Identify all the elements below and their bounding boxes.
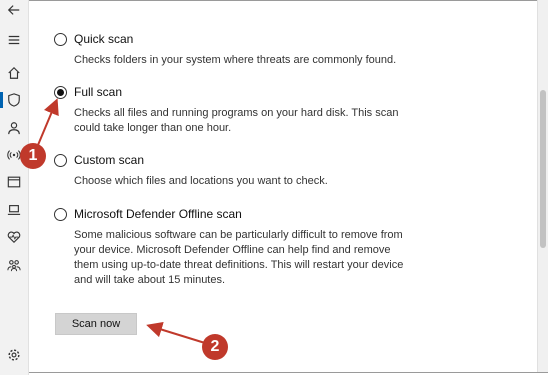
custom-scan-label[interactable]: Custom scan	[74, 153, 144, 167]
gear-icon[interactable]	[6, 347, 22, 363]
browser-icon[interactable]	[6, 174, 22, 190]
person-icon[interactable]	[6, 120, 22, 136]
full-scan-description: Checks all files and running programs on…	[74, 107, 399, 134]
vertical-scrollbar[interactable]	[537, 0, 548, 372]
scan-now-button[interactable]: Scan now	[55, 313, 137, 335]
hamburger-icon[interactable]	[6, 32, 22, 48]
laptop-icon[interactable]	[6, 202, 22, 218]
full-scan-label[interactable]: Full scan	[74, 85, 122, 99]
family-icon[interactable]	[6, 257, 22, 273]
back-icon[interactable]	[6, 2, 22, 18]
defender-offline-scan-description: Some malicious software can be particula…	[74, 229, 404, 286]
quick-scan-label[interactable]: Quick scan	[74, 32, 133, 46]
annotation-badge-2: 2	[202, 334, 228, 360]
quick-scan-radio[interactable]	[54, 33, 67, 46]
annotation-badge-1: 1	[20, 143, 46, 169]
health-icon[interactable]	[6, 229, 22, 245]
home-icon[interactable]	[6, 65, 22, 81]
active-nav-indicator	[0, 92, 3, 108]
shield-icon[interactable]	[6, 92, 22, 108]
custom-scan-description: Choose which files and locations you wan…	[74, 175, 328, 187]
left-navigation	[0, 0, 29, 375]
quick-scan-description: Checks folders in your system where thre…	[74, 54, 397, 66]
scrollbar-thumb[interactable]	[540, 90, 546, 248]
custom-scan-radio[interactable]	[54, 154, 67, 167]
defender-offline-scan-radio[interactable]	[54, 208, 67, 221]
full-scan-radio[interactable]	[54, 86, 67, 99]
defender-offline-scan-label[interactable]: Microsoft Defender Offline scan	[74, 207, 242, 221]
